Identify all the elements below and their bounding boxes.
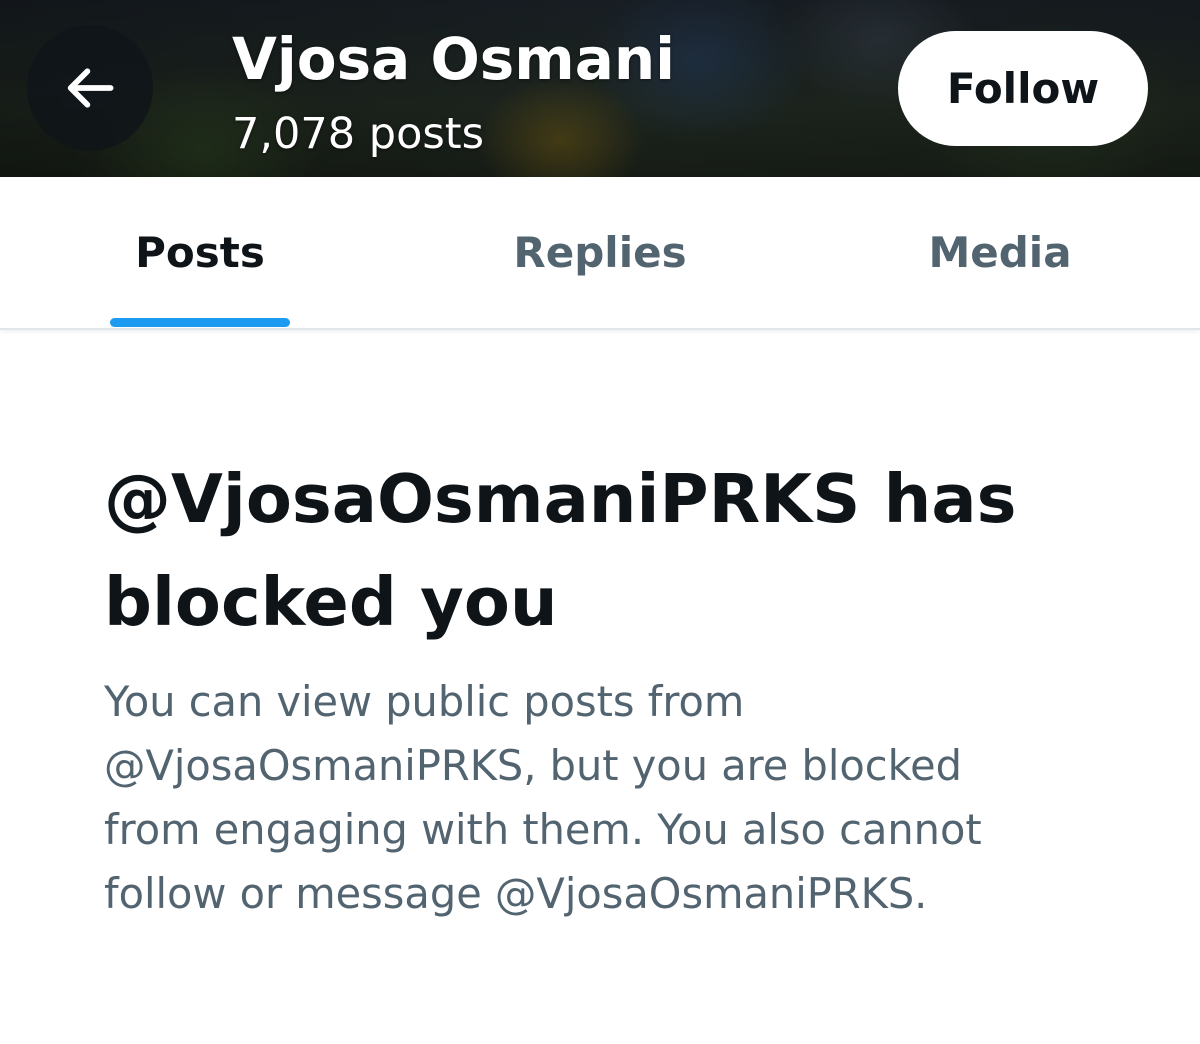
profile-tabs: Posts Replies Media [0, 177, 1200, 330]
follow-button[interactable]: Follow [898, 31, 1148, 146]
blocked-title: @VjosaOsmaniPRKS has blocked you [104, 460, 1017, 641]
profile-name: Vjosa Osmani [232, 25, 676, 93]
profile-header-banner: Vjosa Osmani 7,078 posts Follow [0, 0, 1200, 177]
tab-replies[interactable]: Replies [440, 177, 760, 328]
tab-posts[interactable]: Posts [40, 177, 360, 328]
active-tab-indicator [110, 318, 290, 327]
blocked-description: You can view public posts from @VjosaOsm… [104, 677, 982, 918]
tab-media[interactable]: Media [840, 177, 1160, 328]
back-button[interactable] [27, 25, 153, 151]
arrow-left-icon [67, 68, 114, 108]
post-count: 7,078 posts [232, 109, 485, 159]
